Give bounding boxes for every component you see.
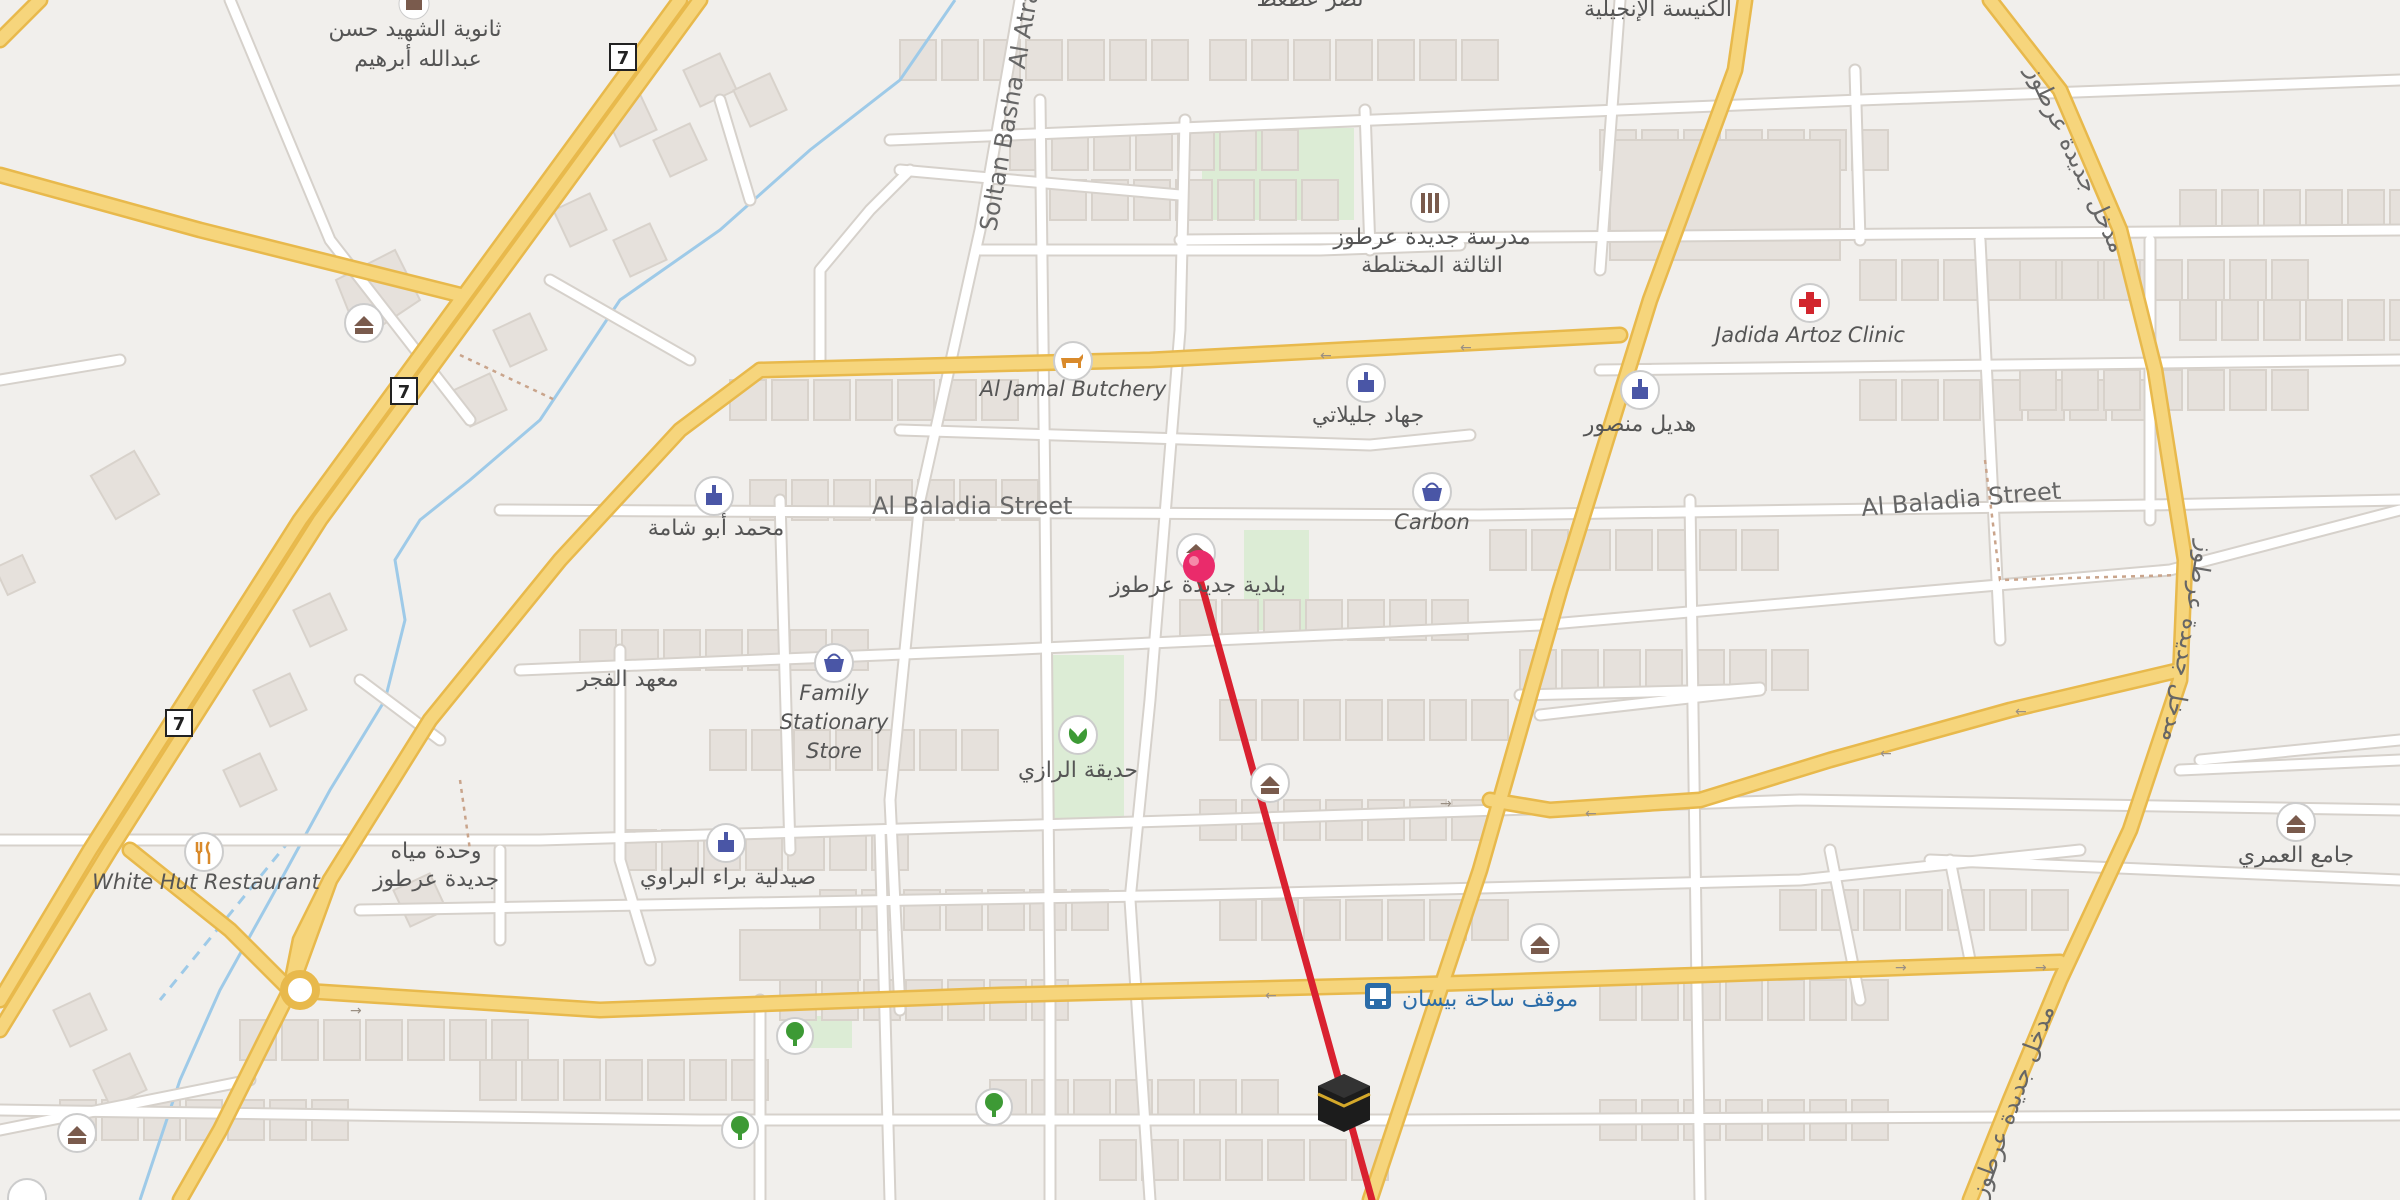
poi-museum-center[interactable] [1250,763,1290,803]
street-label-baladia-west: Al Baladia Street [872,492,1072,520]
garden-icon [1058,715,1098,755]
svg-text:←: ← [1265,988,1277,1004]
svg-text:Carbon: Carbon [1394,510,1470,534]
bus-stop-icon [1365,983,1391,1009]
pharmacy-icon [694,476,734,516]
svg-text:جامع العمري: جامع العمري [2238,843,2354,868]
pharmacy-icon [1346,363,1386,403]
museum-icon [344,303,384,343]
svg-text:وحدة مياه: وحدة مياه [391,839,482,864]
kaaba-icon[interactable] [1317,1074,1371,1132]
svg-text:مدرسة جديدة عرطوز: مدرسة جديدة عرطوز [1332,225,1530,250]
map-canvas[interactable]: ← ← → ← → → ← → ← ← 7 7 7 Soltan Basha A… [0,0,2400,1200]
poi-museum-west[interactable] [344,303,384,343]
svg-text:7: 7 [173,714,186,735]
svg-text:→: → [1440,796,1452,812]
museum-icon [1250,763,1290,803]
hospital-icon [1790,283,1830,323]
museum-icon [2276,802,2316,842]
road-shield: 7 [165,709,193,737]
shop-icon [814,643,854,683]
svg-text:عبدالله أبرهيم: عبدالله أبرهيم [354,44,481,72]
svg-text:←: ← [1585,806,1597,822]
restaurant-icon [184,832,224,872]
museum-icon [57,1113,97,1153]
svg-text:Jadida Artoz Clinic: Jadida Artoz Clinic [1711,323,1905,347]
svg-text:Al Jamal Butchery: Al Jamal Butchery [978,377,1167,401]
poi-label-top-clipped: نصر عطعط [1256,0,1363,12]
svg-text:→: → [2035,960,2047,976]
svg-text:Family: Family [799,681,869,705]
butcher-icon [1053,341,1093,381]
svg-text:موقف ساحة بيسان: موقف ساحة بيسان [1402,987,1578,1012]
svg-text:←: ← [1320,348,1332,364]
museum-icon [1520,923,1560,963]
location-pin-icon[interactable] [1183,550,1215,582]
school-icon [1410,183,1450,223]
svg-text:حديقة الرازي: حديقة الرازي [1018,758,1138,783]
tree-icon[interactable] [721,1111,759,1149]
svg-text:Stationary: Stationary [780,710,889,734]
road-shield: 7 [390,377,418,405]
svg-text:←: ← [1460,340,1472,356]
svg-text:محمد أبو شامة: محمد أبو شامة [648,513,785,541]
svg-text:الثالثة المختلطة: الثالثة المختلطة [1361,253,1503,278]
tree-icon[interactable] [776,1017,814,1055]
svg-text:هديل منصور: هديل منصور [1583,412,1696,437]
svg-text:7: 7 [398,382,411,403]
svg-text:→: → [350,1003,362,1019]
poi-museum-east[interactable] [1520,923,1560,963]
pharmacy-icon [1620,370,1660,410]
pharmacy-icon [706,823,746,863]
poi-label-church: الكنيسة الإنجيلية [1584,0,1732,22]
svg-text:←: ← [2015,704,2027,720]
map-view[interactable]: ← ← → ← → → ← → ← ← 7 7 7 Soltan Basha A… [0,0,2400,1200]
svg-text:7: 7 [617,48,630,69]
road-shield: 7 [609,43,637,71]
svg-text:Store: Store [806,739,862,763]
svg-text:ثانوية الشهيد حسن: ثانوية الشهيد حسن [329,17,502,42]
svg-text:جديدة عرطوز: جديدة عرطوز [372,867,499,892]
svg-text:جهاد جليلاتي: جهاد جليلاتي [1312,403,1424,428]
poi-museum-sw[interactable] [57,1113,97,1153]
shop-icon [1412,472,1452,512]
svg-text:White Hut Restaurant: White Hut Restaurant [92,870,320,894]
poi-label-fajr: معهد الفجر [576,667,678,692]
tree-icon[interactable] [975,1088,1013,1126]
svg-text:صيدلية براء البراوي: صيدلية براء البراوي [640,865,816,890]
svg-text:→: → [1895,960,1907,976]
svg-text:←: ← [1880,746,1892,762]
